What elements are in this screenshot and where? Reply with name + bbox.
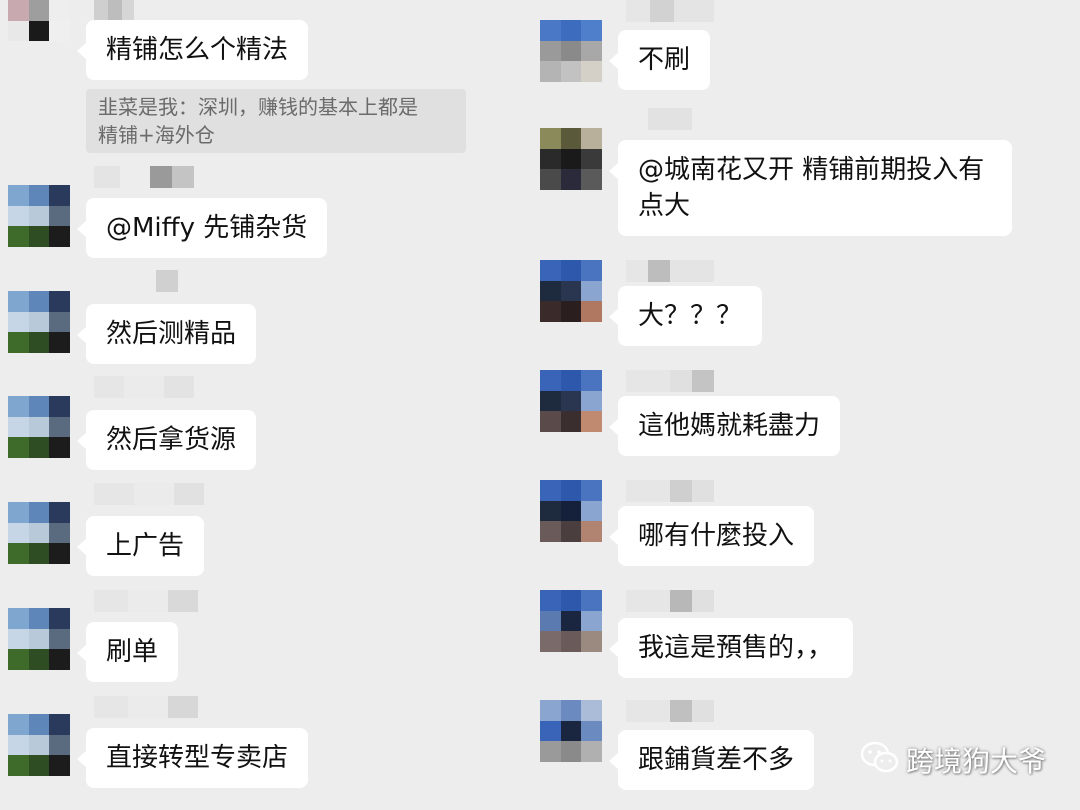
message-text: @城南花又开 精铺前期投入有 xyxy=(638,155,985,185)
message-text: 跟鋪貨差不多 xyxy=(638,745,795,775)
message-bubble[interactable]: 上广告 xyxy=(76,516,205,576)
avatar[interactable] xyxy=(540,700,602,762)
message-bubble[interactable]: 大？？？ xyxy=(608,286,763,346)
sender-name-blurred xyxy=(626,0,714,22)
avatar[interactable] xyxy=(8,502,70,564)
message-text: 直接转型专卖店 xyxy=(106,743,289,773)
avatar[interactable] xyxy=(540,260,602,322)
message-bubble[interactable]: 哪有什麼投入 xyxy=(608,506,815,566)
sender-name-blurred xyxy=(626,260,714,282)
sender-name-blurred xyxy=(94,590,198,612)
message-bubble[interactable]: 跟鋪貨差不多 xyxy=(608,730,815,790)
message-bubble[interactable]: 直接转型专卖店 xyxy=(76,728,309,788)
avatar[interactable] xyxy=(540,20,602,82)
quoted-message[interactable]: 韭菜是我：深圳，赚钱的基本上都是 精铺+海外仓 xyxy=(86,89,466,153)
quote-text: 韭菜是我：深圳，赚钱的基本上都是 xyxy=(98,95,418,119)
message-text: 精铺怎么个精法 xyxy=(106,35,289,65)
avatar[interactable] xyxy=(540,590,602,652)
sender-name-blurred xyxy=(156,270,178,292)
message-text: 哪有什麼投入 xyxy=(638,521,795,551)
message-text: 上广告 xyxy=(106,531,185,561)
avatar[interactable] xyxy=(8,714,70,776)
sender-name-blurred xyxy=(648,108,692,130)
message-bubble[interactable]: 精铺怎么个精法 xyxy=(76,20,309,80)
message-text: 点大 xyxy=(638,191,691,221)
watermark: 跨境狗大爷 xyxy=(860,740,1046,780)
wechat-icon xyxy=(860,741,900,779)
avatar[interactable] xyxy=(8,291,70,353)
message-text: 刷单 xyxy=(106,637,159,667)
message-text: @Miffy 先铺杂货 xyxy=(106,213,308,243)
message-bubble[interactable]: 我這是預售的，， xyxy=(608,618,854,678)
message-bubble[interactable]: 不刷 xyxy=(608,30,711,90)
sender-name-blurred xyxy=(94,376,194,398)
sender-name-blurred xyxy=(626,480,714,502)
message-text: 然后拿货源 xyxy=(106,425,237,455)
sender-name-blurred xyxy=(626,590,714,612)
message-bubble[interactable]: 這他媽就耗盡力 xyxy=(608,396,841,456)
message-text: 我這是預售的，， xyxy=(638,633,834,663)
message-text: 這他媽就耗盡力 xyxy=(638,411,821,441)
avatar[interactable] xyxy=(8,185,70,247)
sender-name-blurred xyxy=(626,370,714,392)
message-bubble[interactable]: @Miffy 先铺杂货 xyxy=(76,198,328,258)
quote-text: 精铺+海外仓 xyxy=(98,123,215,147)
message-text: 然后测精品 xyxy=(106,319,237,349)
watermark-text: 跨境狗大爷 xyxy=(905,745,1046,778)
sender-name-blurred xyxy=(94,0,134,22)
sender-name-blurred xyxy=(626,700,714,722)
sender-name-blurred xyxy=(94,696,198,718)
message-bubble[interactable]: @城南花又开 精铺前期投入有 点大 xyxy=(609,140,1012,236)
avatar[interactable] xyxy=(8,0,70,62)
avatar[interactable] xyxy=(540,480,602,542)
avatar[interactable] xyxy=(8,396,70,458)
message-bubble[interactable]: 然后测精品 xyxy=(76,304,257,364)
sender-name-blurred xyxy=(94,166,204,188)
avatar[interactable] xyxy=(540,128,602,190)
message-bubble[interactable]: 刷单 xyxy=(76,622,179,682)
message-text: 大？？？ xyxy=(638,301,743,331)
message-text: 不刷 xyxy=(638,45,691,75)
message-bubble[interactable]: 然后拿货源 xyxy=(76,410,257,470)
avatar[interactable] xyxy=(540,370,602,432)
sender-name-blurred xyxy=(94,483,204,505)
avatar[interactable] xyxy=(8,608,70,670)
